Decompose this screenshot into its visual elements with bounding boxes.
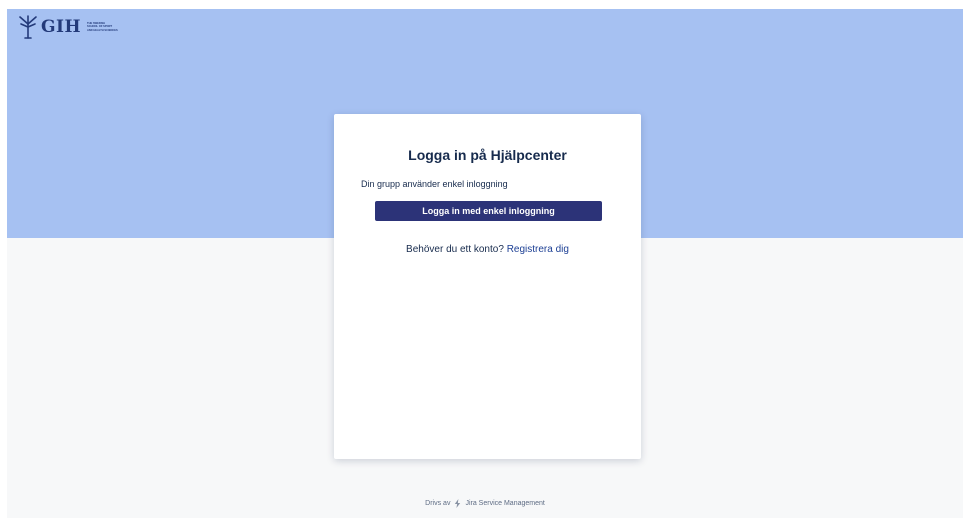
logo-wordmark: GIH — [41, 16, 82, 37]
sso-login-button[interactable]: Logga in med enkel inloggning — [375, 201, 602, 221]
gih-logo-link[interactable]: GIH THE SWEDISH SCHOOL OF SPORT AND HEAL… — [18, 14, 118, 40]
signup-question: Behöver du ett konto? — [406, 244, 504, 255]
footer-prefix: Drivs av — [425, 500, 451, 507]
logo-subtitle: THE SWEDISH SCHOOL OF SPORT AND HEALTH S… — [87, 22, 118, 32]
powered-by-footer: Drivs av Jira Service Management — [7, 499, 963, 508]
jira-service-management-link[interactable]: Jira Service Management — [465, 500, 544, 507]
sso-info-text: Din grupp använder enkel inloggning — [361, 179, 508, 189]
register-link[interactable]: Registrera dig — [507, 244, 569, 255]
help-center-page: GIH THE SWEDISH SCHOOL OF SPORT AND HEAL… — [7, 9, 963, 518]
gih-tree-logo-icon — [19, 15, 37, 39]
login-title: Logga in på Hjälpcenter — [408, 147, 567, 163]
login-card: Logga in på Hjälpcenter Din grupp använd… — [334, 114, 641, 459]
signup-prompt: Behöver du ett konto? Registrera dig — [334, 244, 641, 255]
logo-subtitle-line: AND HEALTH SCIENCES — [87, 28, 118, 32]
jira-lightning-icon — [455, 499, 461, 508]
